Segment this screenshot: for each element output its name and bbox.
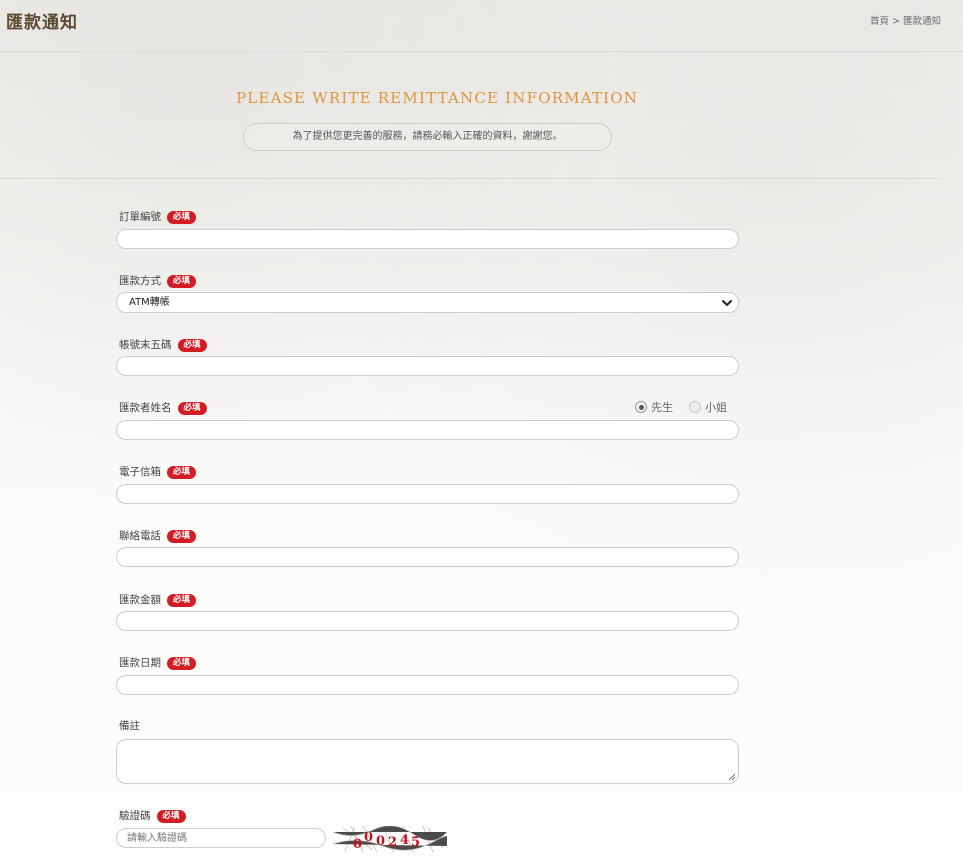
email-label: 電子信箱 必填 (119, 465, 197, 479)
remitter-name-label-text: 匯款者姓名 (119, 402, 172, 414)
captcha-char: 2 (388, 835, 397, 850)
captcha-image[interactable]: 0 0 0 2 4 5 (333, 826, 447, 852)
captcha-input[interactable] (116, 828, 326, 848)
amount-label: 匯款金額 必填 (119, 593, 197, 607)
captcha-char: 5 (411, 835, 420, 850)
captcha-char: 0 (364, 830, 373, 845)
required-badge: 必填 (167, 593, 197, 607)
captcha-char: 0 (353, 837, 362, 852)
email-label-text: 電子信箱 (119, 466, 161, 478)
radio-mr[interactable] (635, 401, 647, 413)
page-title: 匯款通知 (6, 13, 78, 33)
required-badge: 必填 (177, 338, 207, 352)
note-label: 備註 (119, 719, 140, 733)
note-label-text: 備註 (119, 720, 140, 732)
section-divider (0, 178, 940, 179)
order-number-input[interactable] (116, 229, 739, 249)
remitter-name-label: 匯款者姓名 必填 (119, 401, 207, 415)
captcha-char: 4 (400, 833, 409, 848)
salutation-option-mr[interactable]: 先生 (635, 399, 673, 415)
required-badge: 必填 (167, 465, 197, 479)
salutation-option-ms[interactable]: 小姐 (689, 399, 727, 415)
phone-label-text: 聯絡電話 (119, 530, 161, 542)
salutation-radio-group: 先生 小姐 (635, 399, 743, 415)
account-last5-label: 帳號末五碼 必填 (119, 338, 207, 352)
required-badge: 必填 (167, 210, 197, 224)
breadcrumb-current: 匯款通知 (902, 16, 941, 27)
breadcrumb-home-link[interactable]: 首頁 (870, 16, 889, 27)
captcha-label: 驗證碼 必填 (119, 809, 186, 823)
date-input[interactable] (116, 675, 739, 695)
notice-message: 為了提供您更完善的服務，請務必輸入正確的資料，謝謝您。 (243, 123, 612, 151)
order-number-label: 訂單編號 必填 (119, 210, 197, 224)
payment-method-selected-value: ATM轉帳 (129, 297, 170, 308)
payment-method-label-text: 匯款方式 (119, 275, 161, 287)
required-badge: 必填 (167, 656, 197, 670)
form-heading: PLEASE WRITE REMITTANCE INFORMATION (236, 89, 639, 107)
phone-label: 聯絡電話 必填 (119, 529, 197, 543)
account-last5-label-text: 帳號末五碼 (119, 339, 172, 351)
resize-grip-icon[interactable] (728, 773, 736, 781)
salutation-ms-label: 小姐 (705, 401, 727, 414)
required-badge: 必填 (167, 529, 197, 543)
date-label: 匯款日期 必填 (119, 656, 197, 670)
account-last5-input[interactable] (116, 356, 739, 376)
amount-input[interactable] (116, 611, 739, 631)
date-label-text: 匯款日期 (119, 657, 161, 669)
page: 匯款通知 首頁 > 匯款通知 PLEASE WRITE REMITTANCE INF… (0, 0, 963, 861)
radio-ms[interactable] (689, 401, 701, 413)
payment-method-select[interactable]: ATM轉帳 (116, 292, 739, 313)
captcha-label-text: 驗證碼 (119, 810, 151, 822)
payment-method-label: 匯款方式 必填 (119, 274, 197, 288)
breadcrumb: 首頁 > 匯款通知 (870, 13, 941, 27)
phone-input[interactable] (116, 547, 739, 567)
salutation-mr-label: 先生 (651, 401, 673, 414)
page-header: 匯款通知 首頁 > 匯款通知 (0, 0, 963, 52)
captcha-char: 0 (376, 834, 385, 849)
chevron-down-icon (722, 300, 732, 306)
required-badge: 必填 (167, 274, 197, 288)
required-badge: 必填 (156, 809, 186, 823)
order-number-label-text: 訂單編號 (119, 211, 161, 223)
required-badge: 必填 (177, 401, 207, 415)
note-textarea[interactable] (116, 739, 739, 784)
breadcrumb-separator: > (892, 16, 900, 27)
amount-label-text: 匯款金額 (119, 594, 161, 606)
email-input[interactable] (116, 484, 739, 504)
remitter-name-input[interactable] (116, 420, 739, 440)
